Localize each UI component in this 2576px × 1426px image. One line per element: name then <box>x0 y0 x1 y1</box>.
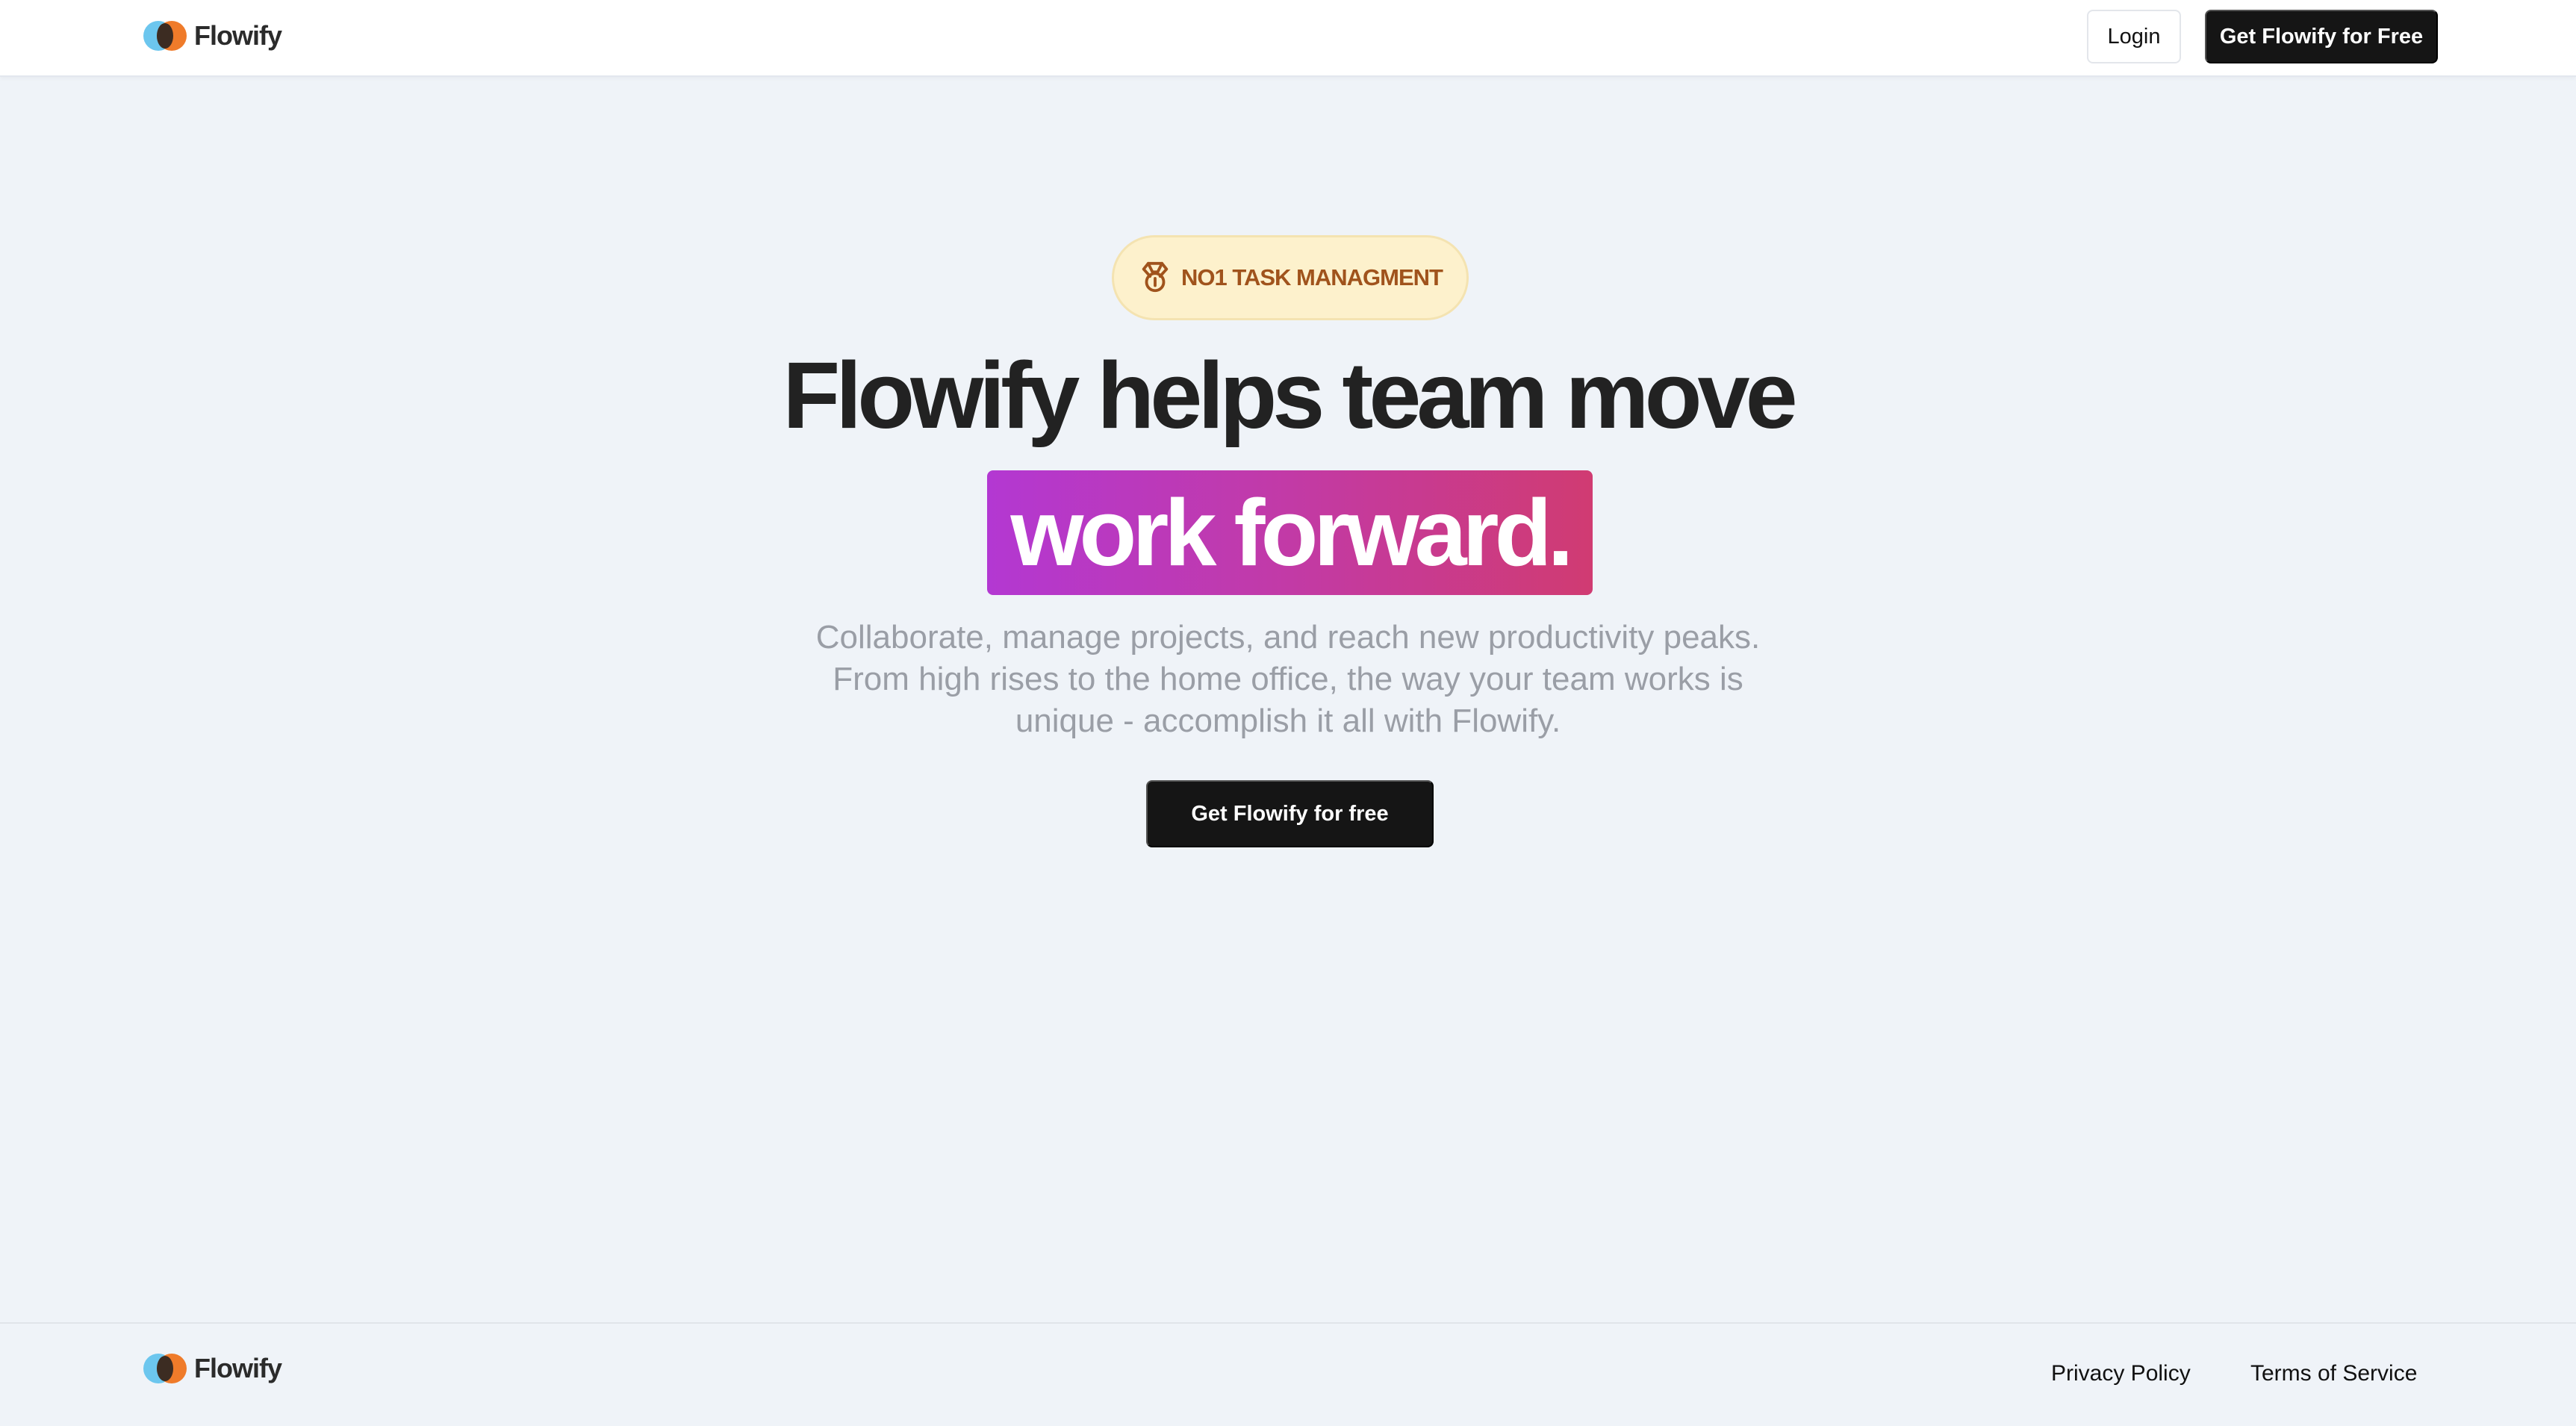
top-nav: Flowify Login Get Flowify for Free <box>0 0 2576 77</box>
logo-icon <box>143 21 187 51</box>
get-flowify-hero-button[interactable]: Get Flowify for free <box>1146 780 1434 847</box>
footer-brand-name: Flowify <box>194 1353 282 1383</box>
terms-of-service-link[interactable]: Terms of Service <box>2250 1361 2417 1386</box>
footer-brand-logo[interactable]: Flowify <box>143 1346 282 1391</box>
badge-label: NO1 TASK MANAGMENT <box>1181 264 1443 290</box>
hero-subtext-line: From high rises to the home office, the … <box>833 661 1743 697</box>
login-button[interactable]: Login <box>2087 10 2181 63</box>
brand-name: Flowify <box>194 20 282 51</box>
hero-highlight-text: work forward. <box>1010 479 1573 585</box>
hero-subtext-line: unique - accomplish it all with Flowify. <box>1015 703 1561 739</box>
brand-logo[interactable]: Flowify <box>143 13 282 58</box>
hero-badge: NO1 TASK MANAGMENT <box>1112 235 1469 320</box>
hero-highlight: work forward. <box>987 470 1593 595</box>
privacy-policy-link[interactable]: Privacy Policy <box>2051 1361 2191 1386</box>
landing-page: Flowify Login Get Flowify for Free NO1 T… <box>0 0 2576 1426</box>
hero-headline: Flowify helps team move <box>783 343 1797 448</box>
logo-icon <box>143 1354 187 1383</box>
medal-icon <box>1142 261 1169 293</box>
footer: Flowify Privacy Policy Terms of Service <box>0 1322 2576 1426</box>
hero-subtext-line: Collaborate, manage projects, and reach … <box>815 619 1761 656</box>
hero-subtext: Collaborate, manage projects, and reach … <box>762 617 1814 742</box>
get-flowify-header-button[interactable]: Get Flowify for Free <box>2205 10 2438 63</box>
